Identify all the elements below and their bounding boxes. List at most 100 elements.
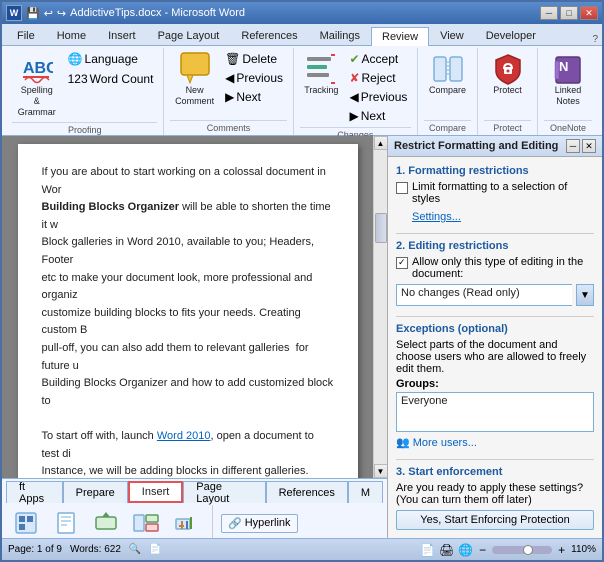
delete-comment-label: Delete	[242, 52, 277, 66]
enforcement-title-text: Start enforcement	[408, 466, 502, 478]
prev-change-button[interactable]: ◀ Previous	[345, 88, 411, 106]
onenote-buttons: N LinkedNotes	[547, 50, 589, 118]
zoom-minus-button[interactable]: −	[477, 543, 488, 557]
status-icon-1[interactable]: 🔍	[129, 544, 141, 555]
tab-insert[interactable]: Insert	[97, 26, 147, 45]
bottom-tab-ft-apps[interactable]: ft Apps	[6, 481, 63, 503]
prev-comment-icon: ◀	[225, 71, 234, 85]
everyone-box[interactable]: Everyone	[396, 392, 594, 432]
language-button[interactable]: 🌐 Language	[64, 50, 158, 68]
bottom-icon-2[interactable]	[48, 505, 84, 538]
view-web-icon[interactable]: 🌐	[458, 543, 473, 557]
next-comment-button[interactable]: ▶ Next	[221, 88, 287, 106]
scroll-track[interactable]	[374, 150, 387, 464]
statusbar-right: 📄 🖨 🌐 − + 110%	[420, 543, 596, 557]
page-info: Page: 1 of 9	[8, 544, 62, 555]
changes-buttons: Tracking ✔ Accept ✘ Reject ◀ Previous	[299, 50, 411, 125]
tab-mailings[interactable]: Mailings	[309, 26, 371, 45]
status-icon-2[interactable]: 📄	[149, 544, 161, 555]
editing-dropdown-arrow[interactable]: ▼	[576, 284, 594, 306]
tab-developer[interactable]: Developer	[475, 26, 547, 45]
compare-button[interactable]: Compare	[424, 50, 471, 99]
window-title: AddictiveTips.docx - Microsoft Word	[70, 7, 245, 19]
formatting-checkbox[interactable]	[396, 182, 408, 194]
document-text: If you are about to start working on a c…	[42, 164, 334, 478]
app-window: W 💾 ↩ ↪ AddictiveTips.docx - Microsoft W…	[0, 0, 604, 562]
new-comment-button[interactable]: NewComment	[170, 50, 219, 110]
settings-link[interactable]: Settings...	[412, 211, 461, 223]
more-users-link[interactable]: 👥 More users...	[396, 436, 594, 449]
hyperlink-button[interactable]: 🔗 Hyperlink	[221, 514, 298, 533]
tab-review[interactable]: Review	[371, 27, 429, 46]
document-page: If you are about to start working on a c…	[18, 144, 358, 478]
ribbon-group-changes: Tracking ✔ Accept ✘ Reject ◀ Previous	[294, 48, 418, 135]
editing-select-row: No changes (Read only) ▼	[396, 284, 594, 306]
editing-section-title: 2. Editing restrictions	[396, 240, 594, 252]
scroll-up-button[interactable]: ▲	[374, 136, 388, 150]
scroll-thumb[interactable]	[375, 213, 387, 243]
maximize-button[interactable]: □	[560, 6, 578, 20]
help-button[interactable]: ?	[592, 34, 598, 45]
spelling-grammar-button[interactable]: ABC Spelling &Grammar	[12, 50, 62, 120]
word-2010-link[interactable]: Word 2010	[157, 430, 211, 442]
bottom-tab-m[interactable]: M	[348, 481, 383, 503]
zoom-thumb[interactable]	[523, 545, 533, 555]
scroll-down-button[interactable]: ▼	[374, 464, 388, 478]
editing-title: Editing restrictions	[408, 240, 508, 252]
tab-page-layout[interactable]: Page Layout	[147, 26, 231, 45]
tab-view[interactable]: View	[429, 26, 475, 45]
quick-access-redo[interactable]: ↪	[57, 7, 66, 20]
start-enforcing-button[interactable]: Yes, Start Enforcing Protection	[396, 510, 594, 530]
bottom-tab-page-layout[interactable]: Page Layout	[183, 481, 265, 503]
ribbon-group-onenote: N LinkedNotes OneNote	[538, 48, 598, 135]
document-scroll-area[interactable]: If you are about to start working on a c…	[2, 136, 373, 478]
tracking-button[interactable]: Tracking	[299, 50, 343, 99]
panel-minimize-button[interactable]: ─	[566, 139, 580, 153]
zoom-plus-button[interactable]: +	[556, 543, 567, 557]
groups-label: Groups:	[396, 378, 594, 390]
linked-notes-button[interactable]: N LinkedNotes	[547, 50, 589, 110]
status-bar: Page: 1 of 9 Words: 622 🔍 📄 📄 🖨 🌐 − + 11…	[2, 538, 602, 560]
bottom-tab-insert[interactable]: Insert	[128, 481, 184, 503]
compare-group-label: Compare	[424, 120, 471, 133]
next-change-button[interactable]: ▶ Next	[345, 107, 411, 125]
divider-3	[396, 459, 594, 460]
svg-text:ABC: ABC	[23, 60, 53, 77]
quick-access-save[interactable]: 💾	[26, 7, 40, 20]
tab-home[interactable]: Home	[46, 26, 97, 45]
accept-label: Accept	[362, 52, 399, 66]
view-normal-icon[interactable]: 📄	[420, 543, 435, 557]
editing-checkbox[interactable]	[396, 257, 408, 269]
ribbon-group-protect: Protect Protect	[478, 48, 538, 135]
editing-num: 2.	[396, 240, 405, 252]
delete-comment-button[interactable]: 🗑 Delete	[221, 50, 287, 68]
panel-close-button[interactable]: ✕	[582, 139, 596, 153]
panel-scroll-content[interactable]: 1. Formatting restrictions Limit formatt…	[388, 157, 602, 538]
tab-file[interactable]: File	[6, 26, 46, 45]
bottom-tab-references[interactable]: References	[266, 481, 348, 503]
bottom-icon-1[interactable]	[8, 505, 44, 538]
close-button[interactable]: ✕	[580, 6, 598, 20]
delete-comment-icon: 🗑	[225, 52, 240, 66]
bottom-icon-5[interactable]	[168, 505, 204, 538]
minimize-button[interactable]: ─	[540, 6, 558, 20]
bottom-icon-3[interactable]	[88, 505, 124, 538]
view-print-icon[interactable]: 🖨	[439, 543, 454, 557]
reject-button[interactable]: ✘ Reject	[345, 69, 411, 87]
svg-text:N: N	[559, 59, 568, 74]
next-comment-label: Next	[236, 90, 261, 104]
protect-button[interactable]: Protect	[487, 50, 529, 99]
tab-references[interactable]: References	[230, 26, 308, 45]
vertical-scrollbar[interactable]: ▲ ▼	[373, 136, 387, 478]
accept-button[interactable]: ✔ Accept	[345, 50, 411, 68]
window-controls: ─ □ ✕	[540, 6, 598, 20]
prev-comment-button[interactable]: ◀ Previous	[221, 69, 287, 87]
proofing-buttons: ABC Spelling &Grammar 🌐 Language 123	[12, 50, 157, 120]
zoom-slider[interactable]	[492, 546, 552, 554]
word-count-button[interactable]: 123 Word Count	[64, 70, 158, 88]
bottom-icon-4[interactable]	[128, 505, 164, 538]
bottom-tab-prepare[interactable]: Prepare	[63, 481, 128, 503]
titlebar-left: W 💾 ↩ ↪ AddictiveTips.docx - Microsoft W…	[6, 5, 245, 21]
editing-dropdown[interactable]: No changes (Read only)	[396, 284, 572, 306]
quick-access-undo[interactable]: ↩	[44, 7, 53, 20]
